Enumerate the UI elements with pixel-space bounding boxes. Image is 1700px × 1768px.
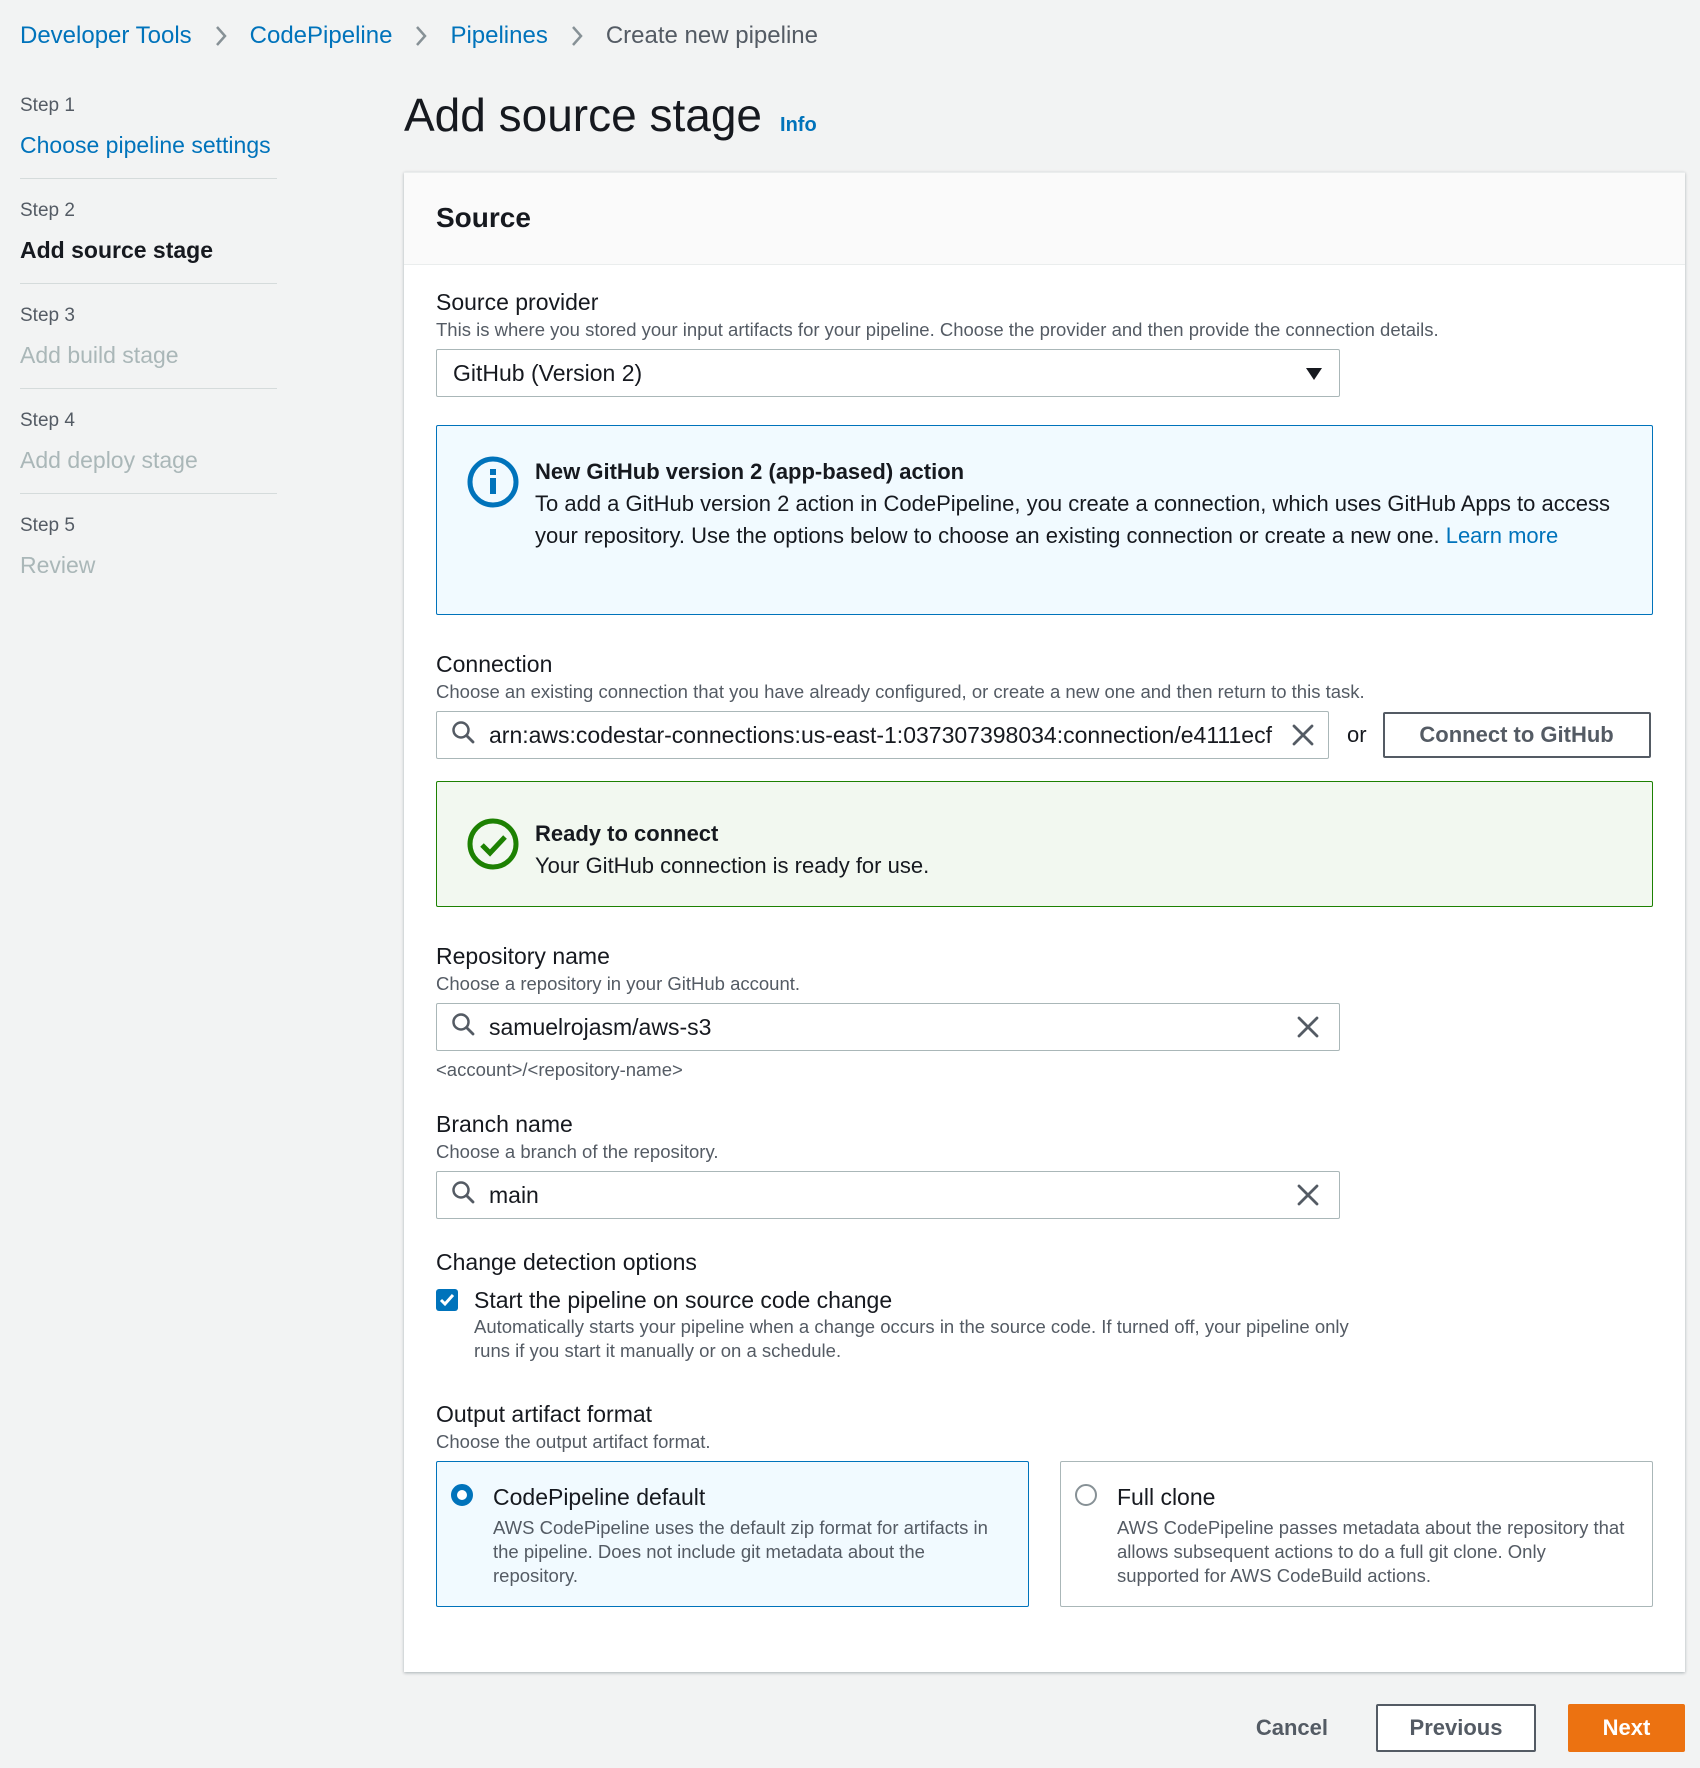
breadcrumb-developer-tools[interactable]: Developer Tools [20,22,192,50]
next-button[interactable]: Next [1568,1704,1685,1752]
step-title-add-deploy-stage: Add deploy stage [20,447,198,473]
step-title-review: Review [20,552,96,578]
select-value: GitHub (Version 2) [453,359,643,386]
change-detection-field: Change detection options Start the pipel… [436,1247,1653,1363]
tile-full-clone[interactable]: Full clone AWS CodePipeline passes metad… [1060,1461,1653,1607]
field-description: Choose a branch of the repository. [436,1141,719,1162]
checkbox-label[interactable]: Start the pipeline on source code change [474,1285,1354,1315]
breadcrumb-current: Create new pipeline [605,22,818,49]
connection-input[interactable]: arn:aws:codestar-connections:us-east-1:0… [436,711,1329,759]
close-icon[interactable] [1297,1016,1319,1038]
tile-codepipeline-default[interactable]: CodePipeline default AWS CodePipeline us… [436,1461,1029,1607]
field-description: Choose a repository in your GitHub accou… [436,973,801,994]
alert-title: New GitHub version 2 (app-based) action [535,459,965,484]
branch-field: Branch name Choose a branch of the repos… [436,1109,1653,1219]
search-icon [451,720,475,750]
or-text: or [1347,722,1367,747]
breadcrumb: Developer Tools CodePipeline Pipelines C… [20,18,818,54]
step-3: Step 3 Add build stage [20,302,277,389]
wizard-steps: Step 1 Choose pipeline settings Step 2 A… [20,92,277,616]
checkbox-description: Automatically starts your pipeline when … [474,1316,1349,1361]
cancel-button[interactable]: Cancel [1256,1715,1328,1741]
field-label: Change detection options [436,1249,697,1275]
close-icon[interactable] [1292,724,1314,746]
field-hint: <account>/<repository-name> [436,1059,683,1080]
panel-header: Source [404,173,1685,265]
checkbox-row: Start the pipeline on source code change… [436,1285,1653,1363]
connection-field: Connection Choose an existing connection… [436,649,1653,759]
input-value: main [489,1181,539,1208]
info-icon [467,456,519,508]
field-description: Choose an existing connection that you h… [436,681,1365,702]
tile-title: Full clone [1117,1484,1216,1510]
step-2: Step 2 Add source stage [20,197,277,284]
previous-button[interactable]: Previous [1376,1704,1536,1752]
field-label: Connection [436,651,553,677]
page-header: Add source stage Info [404,88,817,142]
page-title: Add source stage [404,89,763,141]
close-icon[interactable] [1297,1184,1319,1206]
alert-content: Ready to connect Your GitHub connection … [535,818,929,878]
field-label: Branch name [436,1111,573,1137]
alert-title: Ready to connect [535,821,719,846]
search-icon [451,1012,475,1042]
tile-description: AWS CodePipeline passes metadata about t… [1117,1517,1625,1586]
caret-down-icon [1305,360,1323,387]
input-value: arn:aws:codestar-connections:us-east-1:0… [489,721,1272,748]
tile-description: AWS CodePipeline uses the default zip fo… [493,1517,988,1586]
step-4: Step 4 Add deploy stage [20,407,277,494]
step-number: Step 3 [20,305,75,326]
breadcrumb-codepipeline[interactable]: CodePipeline [250,22,393,50]
search-icon [451,1180,475,1210]
panel-title: Source [436,202,531,233]
alert-content: New GitHub version 2 (app-based) action … [535,456,1622,584]
step-number: Step 1 [20,95,75,116]
field-label: Repository name [436,943,610,969]
output-format-field: Output artifact format Choose the output… [436,1399,1653,1607]
radio-button[interactable] [451,1484,473,1506]
repository-input[interactable]: samuelrojasm/aws-s3 [436,1003,1340,1051]
step-5: Step 5 Review [20,512,277,598]
breadcrumb-pipelines[interactable]: Pipelines [450,22,547,50]
source-provider-select[interactable]: GitHub (Version 2) [436,349,1340,397]
checkbox-text: Start the pipeline on source code change… [474,1285,1354,1363]
check-circle-icon [467,818,519,870]
field-label: Source provider [436,289,599,315]
info-link[interactable]: Info [780,114,817,137]
connection-row: arn:aws:codestar-connections:us-east-1:0… [436,711,1653,759]
connect-to-github-button[interactable]: Connect to GitHub [1382,712,1651,758]
repository-field: Repository name Choose a repository in y… [436,941,1653,1083]
step-title-add-build-stage: Add build stage [20,342,179,368]
field-label: Output artifact format [436,1401,653,1427]
step-title-add-source-stage: Add source stage [20,237,213,263]
step-link-choose-pipeline-settings[interactable]: Choose pipeline settings [20,128,277,162]
wizard-actions: Cancel Previous Next [1256,1704,1685,1752]
field-description: This is where you stored your input arti… [436,319,1439,340]
alert-text: To add a GitHub version 2 action in Code… [535,488,1622,552]
panel-body: Source provider This is where you stored… [404,287,1685,1607]
tile-title: CodePipeline default [493,1484,706,1510]
step-number: Step 5 [20,515,75,536]
output-format-tiles: CodePipeline default AWS CodePipeline us… [436,1461,1653,1607]
step-number: Step 2 [20,200,75,221]
branch-input[interactable]: main [436,1171,1340,1219]
field-description: Choose the output artifact format. [436,1431,711,1452]
alert-text: Your GitHub connection is ready for use. [535,853,930,878]
step-number: Step 4 [20,410,75,431]
chevron-right-icon [570,25,584,47]
info-alert: New GitHub version 2 (app-based) action … [436,425,1653,615]
source-panel: Source Source provider This is where you… [404,172,1685,1672]
source-provider-field: Source provider This is where you stored… [436,287,1653,397]
input-value: samuelrojasm/aws-s3 [489,1013,712,1040]
start-on-change-checkbox[interactable] [436,1289,458,1311]
radio-button[interactable] [1075,1484,1097,1506]
success-alert: Ready to connect Your GitHub connection … [436,781,1653,907]
step-1: Step 1 Choose pipeline settings [20,92,277,179]
learn-more-link[interactable]: Learn more [1446,523,1559,548]
chevron-right-icon [214,25,228,47]
chevron-right-icon [414,25,428,47]
